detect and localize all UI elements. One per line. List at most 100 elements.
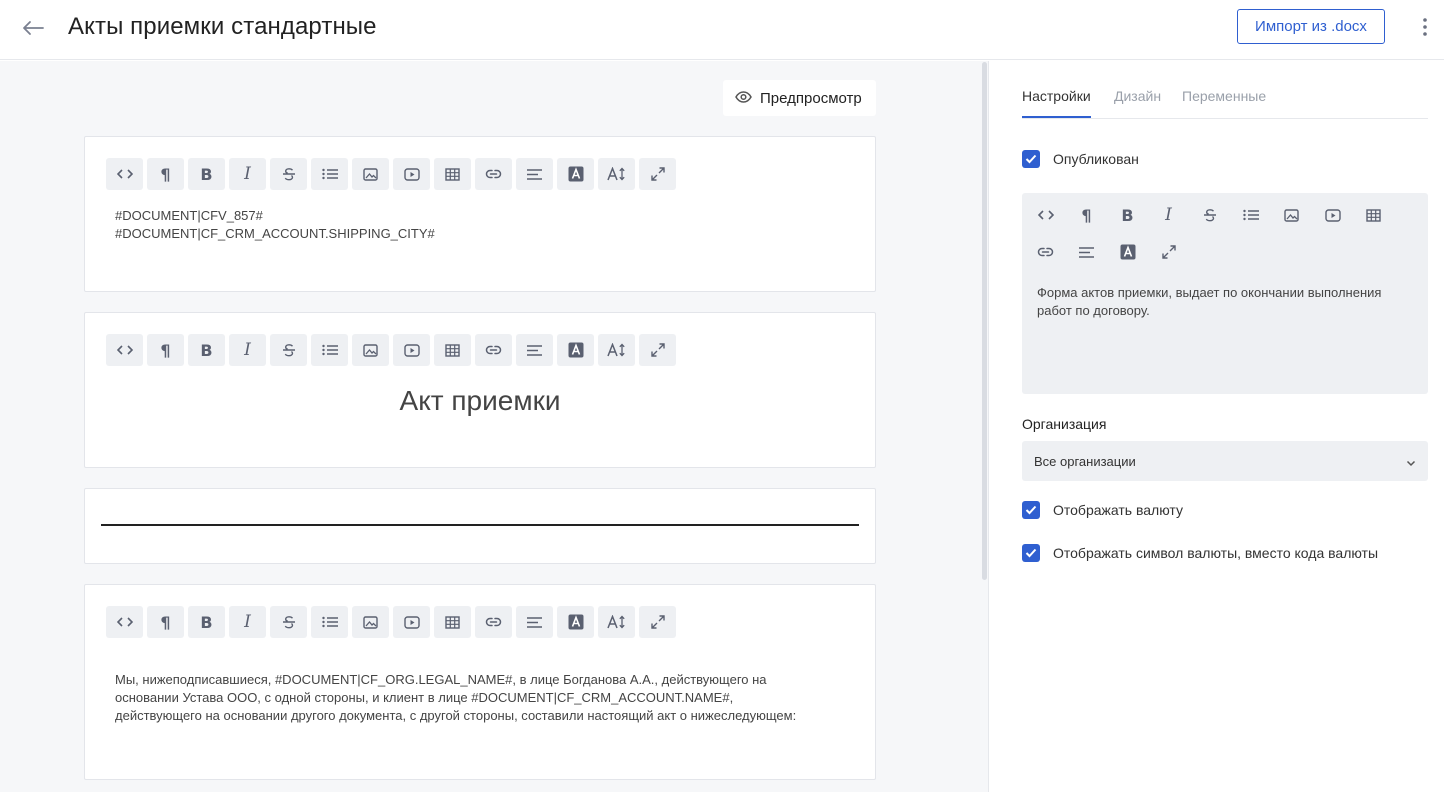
header: Акты приемки стандартные Импорт из .docx: [0, 0, 1444, 60]
font-size-icon[interactable]: [598, 606, 635, 638]
video-icon[interactable]: [393, 606, 430, 638]
text-block-card[interactable]: ¶ B I Мы, нижеподписавшиеся, #DOCUMENT|C…: [84, 584, 876, 780]
code-icon[interactable]: [106, 158, 143, 190]
text-color-icon[interactable]: [557, 606, 594, 638]
font-size-icon[interactable]: [598, 334, 635, 366]
strikethrough-icon[interactable]: [270, 606, 307, 638]
text-color-icon[interactable]: [557, 158, 594, 190]
organization-label: Организация: [1022, 416, 1107, 432]
text-color-icon[interactable]: [1109, 236, 1146, 268]
text-block-card[interactable]: ¶ B I #DOCUMENT|CFV_857# #DOCUMENT|CF_CR…: [84, 136, 876, 292]
panel-tabs: Настройки Дизайн Переменные: [1022, 84, 1428, 119]
text-line: Мы, нижеподписавшиеся, #DOCUMENT|CF_ORG.…: [115, 672, 767, 687]
organization-select[interactable]: Все организации: [1022, 441, 1428, 481]
preview-button[interactable]: Предпросмотр: [723, 80, 876, 116]
italic-icon[interactable]: I: [229, 158, 266, 190]
align-icon[interactable]: [1068, 236, 1105, 268]
tab-settings[interactable]: Настройки: [1022, 88, 1091, 104]
fullscreen-icon[interactable]: [639, 606, 676, 638]
code-icon[interactable]: [106, 606, 143, 638]
image-icon[interactable]: [352, 158, 389, 190]
video-icon[interactable]: [393, 158, 430, 190]
text-line: #DOCUMENT|CF_CRM_ACCOUNT.SHIPPING_CITY#: [115, 226, 435, 241]
eye-icon: [735, 90, 752, 107]
show-currency-checkbox[interactable]: [1022, 501, 1040, 519]
preview-label: Предпросмотр: [760, 89, 862, 107]
link-icon[interactable]: [1027, 236, 1064, 268]
image-icon[interactable]: [352, 606, 389, 638]
paragraph-icon[interactable]: ¶: [147, 334, 184, 366]
text-line: действующего на основании другого докуме…: [115, 708, 797, 723]
strikethrough-icon[interactable]: [270, 158, 307, 190]
list-icon[interactable]: [1232, 199, 1269, 231]
organization-value: Все организации: [1034, 453, 1136, 469]
align-icon[interactable]: [516, 158, 553, 190]
heading-block-card[interactable]: ¶ B I Акт приемки: [84, 312, 876, 468]
fullscreen-icon[interactable]: [639, 158, 676, 190]
code-icon[interactable]: [1027, 199, 1064, 231]
block-toolbar: ¶ B I: [106, 606, 676, 638]
show-currency-symbol-checkbox[interactable]: [1022, 544, 1040, 562]
block-toolbar: ¶ B I: [106, 158, 676, 190]
active-tab-indicator: [1022, 116, 1091, 118]
table-icon[interactable]: [434, 158, 471, 190]
show-currency-symbol-label: Отображать символ валюты, вместо кода ва…: [1053, 545, 1379, 561]
bold-icon[interactable]: B: [188, 158, 225, 190]
bold-icon[interactable]: B: [188, 334, 225, 366]
tab-variables[interactable]: Переменные: [1182, 88, 1266, 104]
description-editor[interactable]: ¶ B I Форма актов приемки, выдает по око…: [1022, 193, 1428, 394]
published-checkbox[interactable]: [1022, 150, 1040, 168]
page-title: Акты приемки стандартные: [68, 13, 377, 40]
align-icon[interactable]: [516, 334, 553, 366]
divider-block-card[interactable]: [84, 488, 876, 564]
text-line: работ по договору.: [1037, 303, 1150, 318]
chevron-down-icon: [1406, 455, 1416, 470]
list-icon[interactable]: [311, 334, 348, 366]
published-label: Опубликован: [1053, 151, 1139, 167]
show-currency-label: Отображать валюту: [1053, 502, 1183, 518]
scrollbar[interactable]: [982, 62, 987, 580]
link-icon[interactable]: [475, 334, 512, 366]
back-arrow-icon[interactable]: [18, 14, 48, 42]
list-icon[interactable]: [311, 606, 348, 638]
strikethrough-icon[interactable]: [270, 334, 307, 366]
video-icon[interactable]: [1314, 199, 1351, 231]
strikethrough-icon[interactable]: [1191, 199, 1228, 231]
image-icon[interactable]: [352, 334, 389, 366]
code-icon[interactable]: [106, 334, 143, 366]
block-toolbar: ¶ B I: [106, 334, 676, 366]
table-icon[interactable]: [434, 334, 471, 366]
import-docx-button[interactable]: Импорт из .docx: [1237, 9, 1385, 44]
text-line: основании Устава ООО, с одной стороны, и…: [115, 690, 734, 705]
more-vertical-icon[interactable]: [1414, 14, 1436, 40]
video-icon[interactable]: [393, 334, 430, 366]
paragraph-icon[interactable]: ¶: [147, 606, 184, 638]
horizontal-rule: [101, 524, 859, 526]
text-color-icon[interactable]: [557, 334, 594, 366]
block-text[interactable]: Мы, нижеподписавшиеся, #DOCUMENT|CF_ORG.…: [115, 671, 796, 725]
bold-icon[interactable]: B: [1109, 199, 1146, 231]
link-icon[interactable]: [475, 158, 512, 190]
fullscreen-icon[interactable]: [639, 334, 676, 366]
text-line: #DOCUMENT|CFV_857#: [115, 208, 263, 223]
list-icon[interactable]: [311, 158, 348, 190]
align-icon[interactable]: [516, 606, 553, 638]
image-icon[interactable]: [1273, 199, 1310, 231]
table-icon[interactable]: [1355, 199, 1392, 231]
font-size-icon[interactable]: [598, 158, 635, 190]
table-icon[interactable]: [434, 606, 471, 638]
italic-icon[interactable]: I: [229, 606, 266, 638]
italic-icon[interactable]: I: [229, 334, 266, 366]
italic-icon[interactable]: I: [1150, 199, 1187, 231]
bold-icon[interactable]: B: [188, 606, 225, 638]
block-text[interactable]: #DOCUMENT|CFV_857# #DOCUMENT|CF_CRM_ACCO…: [115, 207, 435, 243]
fullscreen-icon[interactable]: [1150, 236, 1187, 268]
tab-design[interactable]: Дизайн: [1114, 88, 1161, 104]
paragraph-icon[interactable]: ¶: [147, 158, 184, 190]
paragraph-icon[interactable]: ¶: [1068, 199, 1105, 231]
link-icon[interactable]: [475, 606, 512, 638]
description-text[interactable]: Форма актов приемки, выдает по окончании…: [1037, 284, 1422, 320]
text-line: Форма актов приемки, выдает по окончании…: [1037, 285, 1382, 300]
show-currency-symbol-row: Отображать символ валюты, вместо кода ва…: [1022, 544, 1378, 562]
document-heading[interactable]: Акт приемки: [85, 385, 875, 417]
